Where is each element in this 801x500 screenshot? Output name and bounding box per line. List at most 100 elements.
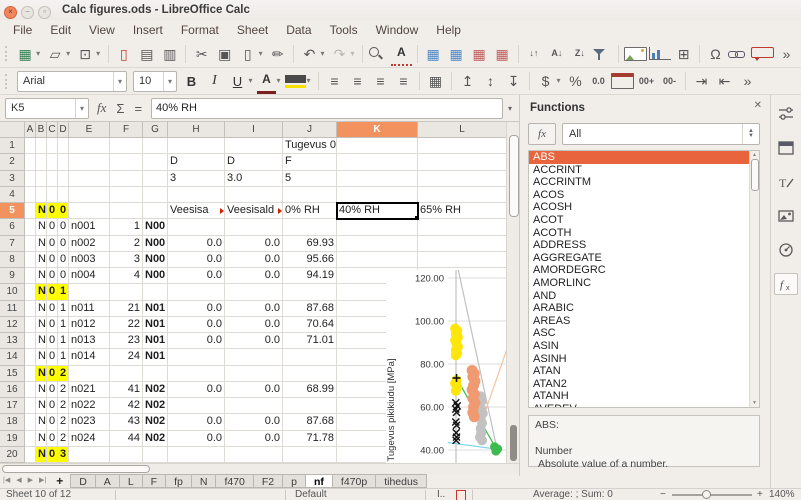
cell-H14[interactable] <box>168 349 225 365</box>
cell-C6[interactable]: 0 <box>47 219 58 235</box>
cell-I12[interactable]: 0.0 <box>225 317 283 333</box>
navigator-icon[interactable] <box>774 239 798 261</box>
cell-D19[interactable]: 2 <box>58 431 69 447</box>
function-item-accrint[interactable]: ACCRINT <box>529 164 759 177</box>
cell-B13[interactable]: N <box>36 333 47 349</box>
sheet-tab-f470[interactable]: f470 <box>215 474 253 488</box>
cell-A18[interactable] <box>25 414 36 430</box>
cell-I11[interactable]: 0.0 <box>225 301 283 317</box>
cell-B11[interactable]: N <box>36 301 47 317</box>
vertical-scrollbar-thumb[interactable] <box>509 135 519 217</box>
cell-H8[interactable]: 0.0 <box>168 252 225 268</box>
italic-icon[interactable]: I <box>204 70 225 92</box>
zoom-slider[interactable] <box>672 494 752 496</box>
font-name-combo[interactable]: Arial ▾ <box>17 71 127 92</box>
cut-icon[interactable]: ✂ <box>191 43 212 65</box>
cell-F14[interactable]: 24 <box>110 349 143 365</box>
cell-E20[interactable] <box>69 447 110 463</box>
cell-C10[interactable]: 0 <box>47 284 58 300</box>
last-sheet-button[interactable]: ▶| <box>36 474 49 488</box>
highlight-color-icon[interactable] <box>285 75 306 88</box>
cell-I18[interactable]: 0.0 <box>225 414 283 430</box>
cell-G4[interactable] <box>143 187 168 203</box>
add-decimal-icon[interactable]: 00+ <box>636 70 657 92</box>
cell-E14[interactable]: n014 <box>69 349 110 365</box>
cell-G20[interactable] <box>143 447 168 463</box>
function-item-address[interactable]: ADDRESS <box>529 239 759 252</box>
column-header-D[interactable]: D <box>58 122 69 138</box>
cell-J18[interactable]: 87.68 <box>283 414 337 430</box>
align-right-icon[interactable]: ≡ <box>370 70 391 92</box>
cell-B9[interactable]: N <box>36 268 47 284</box>
cell-D16[interactable]: 2 <box>58 382 69 398</box>
close-icon[interactable]: ✕ <box>754 100 762 111</box>
redo-icon[interactable]: ↷ <box>329 43 350 65</box>
cell-E16[interactable]: n021 <box>69 382 110 398</box>
special-character-icon[interactable]: Ω <box>705 43 726 65</box>
row-header-5[interactable]: 5 <box>0 203 25 219</box>
sheet-tab-D[interactable]: D <box>70 474 96 488</box>
cell-J11[interactable]: 87.68 <box>283 301 337 317</box>
cell-K3[interactable] <box>337 171 418 187</box>
cell-D6[interactable]: 0 <box>58 219 69 235</box>
font-color-dropdown-caret[interactable]: ▾ <box>274 70 283 92</box>
cell-C12[interactable]: 0 <box>47 317 58 333</box>
decrease-indent-icon[interactable]: ⇤ <box>714 70 735 92</box>
row-header-6[interactable]: 6 <box>0 219 25 235</box>
copy-icon[interactable]: ▣ <box>214 43 235 65</box>
cell-D13[interactable]: 1 <box>58 333 69 349</box>
cell-F12[interactable]: 22 <box>110 317 143 333</box>
cell-I19[interactable]: 0.0 <box>225 431 283 447</box>
row-header-12[interactable]: 12 <box>0 317 25 333</box>
cell-F6[interactable]: 1 <box>110 219 143 235</box>
cell-J5[interactable]: 0% RH <box>283 203 337 219</box>
cell-F1[interactable] <box>110 138 143 154</box>
cell-F11[interactable]: 21 <box>110 301 143 317</box>
row-header-10[interactable]: 10 <box>0 284 25 300</box>
document-modified-icon[interactable] <box>456 490 466 500</box>
cell-H2[interactable]: D <box>168 154 225 170</box>
row-header-20[interactable]: 20 <box>0 447 25 463</box>
insert-image-icon[interactable] <box>624 47 647 61</box>
cell-D2[interactable] <box>58 154 69 170</box>
currency-icon[interactable]: $ <box>535 70 556 92</box>
cell-C13[interactable]: 0 <box>47 333 58 349</box>
cell-H3[interactable]: 3 <box>168 171 225 187</box>
sheet-tab-f470p[interactable]: f470p <box>332 474 376 488</box>
save-icon[interactable]: ⊡ <box>75 43 96 65</box>
cell-E1[interactable] <box>69 138 110 154</box>
row-header-15[interactable]: 15 <box>0 366 25 382</box>
cell-H13[interactable]: 0.0 <box>168 333 225 349</box>
column-header-A[interactable]: A <box>25 122 36 138</box>
cell-I6[interactable] <box>225 219 283 235</box>
row-header-7[interactable]: 7 <box>0 236 25 252</box>
function-item-atan2[interactable]: ATAN2 <box>529 378 759 391</box>
cell-J9[interactable]: 94.19 <box>283 268 337 284</box>
select-all-corner[interactable] <box>0 122 25 138</box>
cell-I9[interactable]: 0.0 <box>225 268 283 284</box>
equals-icon[interactable]: = <box>134 101 142 116</box>
cell-G14[interactable]: N01 <box>143 349 168 365</box>
open-folder-icon[interactable]: ▱ <box>45 43 66 65</box>
function-category-combo[interactable]: All ▲▼ <box>562 123 760 145</box>
cell-B3[interactable] <box>36 171 47 187</box>
function-item-amordegrc[interactable]: AMORDEGRC <box>529 264 759 277</box>
cell-H10[interactable] <box>168 284 225 300</box>
cell-H1[interactable] <box>168 138 225 154</box>
cell-A13[interactable] <box>25 333 36 349</box>
cell-F9[interactable]: 4 <box>110 268 143 284</box>
cell-J19[interactable]: 71.78 <box>283 431 337 447</box>
cell-A16[interactable] <box>25 382 36 398</box>
selection-mode-icon[interactable]: I.. <box>437 489 445 500</box>
cell-H20[interactable] <box>168 447 225 463</box>
cell-L6[interactable] <box>418 219 506 235</box>
justify-icon[interactable]: ≡ <box>393 70 414 92</box>
function-item-areas[interactable]: AREAS <box>529 315 759 328</box>
cell-B7[interactable]: N <box>36 236 47 252</box>
cell-D14[interactable]: 1 <box>58 349 69 365</box>
cell-F10[interactable] <box>110 284 143 300</box>
cell-B5[interactable]: N <box>36 203 47 219</box>
vertical-scrollbar-block[interactable] <box>510 425 517 461</box>
row-header-3[interactable]: 3 <box>0 171 25 187</box>
function-item-aggregate[interactable]: AGGREGATE <box>529 252 759 265</box>
